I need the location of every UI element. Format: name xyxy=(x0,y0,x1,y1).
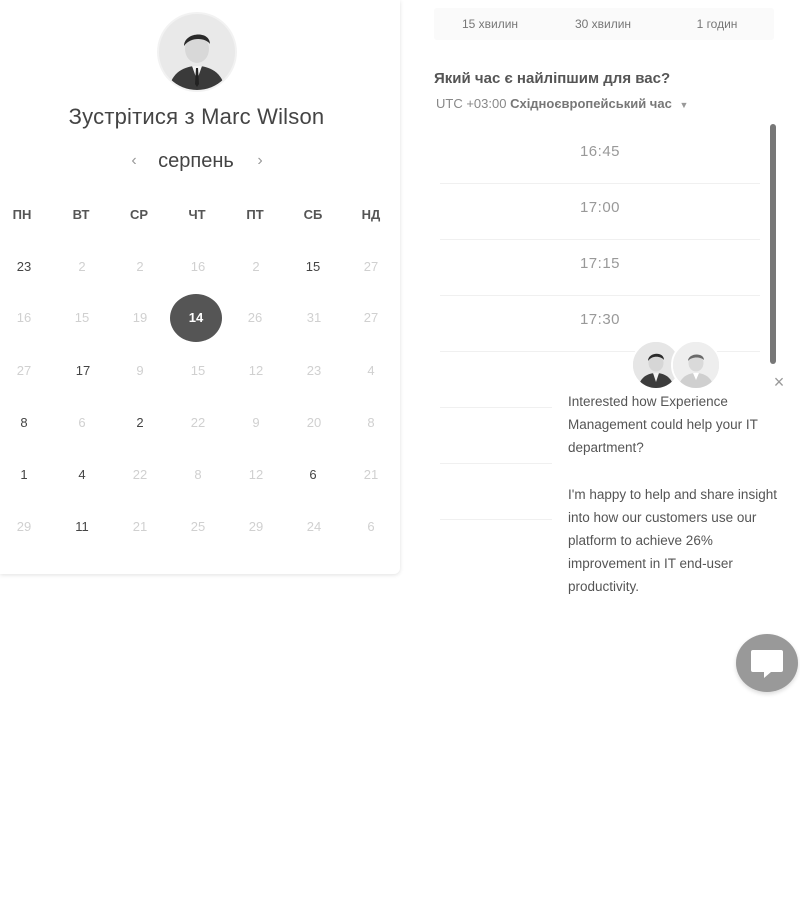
chat-bubble-icon xyxy=(751,650,783,678)
host-avatar xyxy=(159,14,235,90)
calendar-day: 12 xyxy=(248,363,264,378)
weekday-label: НД xyxy=(361,207,381,222)
timezone-offset: UTC +03:00 xyxy=(436,96,507,111)
chevron-left-icon[interactable]: ‹ xyxy=(126,152,142,170)
calendar-day[interactable]: 15 xyxy=(291,245,335,289)
calendar-day: 16 xyxy=(16,310,32,325)
calendar-day: 27 xyxy=(16,363,32,378)
time-question-heading: Який час є найліпшим для вас? xyxy=(434,70,671,87)
calendar-day: 26 xyxy=(247,310,263,325)
calendar-day[interactable]: 1 xyxy=(2,453,46,497)
close-icon[interactable]: × xyxy=(770,373,788,391)
duration-option-15[interactable]: 15 хвилин xyxy=(434,8,546,40)
calendar-day[interactable]: 2 xyxy=(118,401,162,445)
calendar-day: 12 xyxy=(248,467,264,482)
calendar-day: 8 xyxy=(194,467,202,482)
calendar-day: 23 xyxy=(306,363,322,378)
calendar-day: 15 xyxy=(190,363,206,378)
weekday-label: ЧТ xyxy=(188,207,206,222)
calendar-day: 20 xyxy=(306,415,322,430)
weekday-label: СР xyxy=(129,207,149,222)
calendar-day: 21 xyxy=(363,467,379,482)
weekday-label: СБ xyxy=(303,207,323,222)
calendar-day: 2 xyxy=(252,259,260,274)
chat-message: Interested how Experience Management cou… xyxy=(568,394,758,455)
weekday-label: ПН xyxy=(12,207,32,222)
calendar-day: 2 xyxy=(78,259,86,274)
calendar-day: 29 xyxy=(16,519,32,534)
duration-option-30[interactable]: 30 хвилин xyxy=(546,8,660,40)
calendar-day: 24 xyxy=(306,519,322,534)
timezone-name: Східноєвропейський час xyxy=(510,96,672,111)
person-avatar-icon xyxy=(673,342,719,388)
chat-launcher-button[interactable] xyxy=(736,634,798,692)
time-slot[interactable]: 16:45 xyxy=(440,128,760,184)
duration-option-60[interactable]: 1 годин xyxy=(660,8,774,40)
calendar-day: 21 xyxy=(132,519,148,534)
month-navigation: ‹ серпень › xyxy=(0,150,393,178)
calendar-day: 25 xyxy=(190,519,206,534)
calendar-day[interactable]: 11 xyxy=(60,505,104,549)
calendar-day: 22 xyxy=(132,467,148,482)
time-slot[interactable]: 17:15 xyxy=(440,240,760,296)
calendar-day-selected[interactable]: 14 xyxy=(170,294,222,342)
calendar-day[interactable]: 4 xyxy=(60,453,104,497)
calendar-day: 2 xyxy=(136,259,144,274)
calendar-day: 22 xyxy=(190,415,206,430)
calendar-day: 29 xyxy=(248,519,264,534)
duration-selector: 15 хвилин 30 хвилин 1 годин xyxy=(434,8,774,40)
calendar-day: 15 xyxy=(74,310,90,325)
agent-avatar xyxy=(671,340,721,390)
weekday-header: ПН ВТ СР ЧТ ПТ СБ НД xyxy=(0,207,400,225)
calendar-day: 16 xyxy=(190,259,206,274)
calendar-day: 27 xyxy=(363,310,379,325)
calendar-day: 9 xyxy=(252,415,260,430)
calendar-day[interactable]: 8 xyxy=(2,401,46,445)
calendar-day: 6 xyxy=(367,519,375,534)
calendar-day: 19 xyxy=(132,310,148,325)
chat-agents-avatars xyxy=(631,340,721,390)
caret-down-icon: ▼ xyxy=(679,100,689,110)
calendar-day: 8 xyxy=(367,415,375,430)
calendar-day: 9 xyxy=(136,363,144,378)
month-label: серпень xyxy=(158,150,234,172)
person-avatar-icon xyxy=(159,14,235,90)
calendar-day: 31 xyxy=(306,310,322,325)
calendar-day[interactable]: 6 xyxy=(291,453,335,497)
calendar-day[interactable]: 23 xyxy=(2,245,46,289)
calendar-day: 6 xyxy=(78,415,86,430)
calendar-day: 4 xyxy=(367,363,375,378)
timezone-selector[interactable]: UTC +03:00 Східноєвропейський час ▼ xyxy=(436,96,688,111)
weekday-label: ВТ xyxy=(72,207,90,222)
chevron-right-icon[interactable]: › xyxy=(252,152,268,170)
time-slot[interactable]: 17:00 xyxy=(440,184,760,240)
weekday-label: ПТ xyxy=(246,207,264,222)
time-list-scrollbar[interactable] xyxy=(770,124,776,364)
calendar-card: Зустрітися з Marc Wilson ‹ серпень › ПН … xyxy=(0,0,400,574)
calendar-day: 27 xyxy=(363,259,379,274)
calendar-day[interactable]: 17 xyxy=(61,349,105,393)
page-title: Зустрітися з Marc Wilson xyxy=(68,104,325,129)
chat-message: I'm happy to help and share insight into… xyxy=(568,487,777,594)
